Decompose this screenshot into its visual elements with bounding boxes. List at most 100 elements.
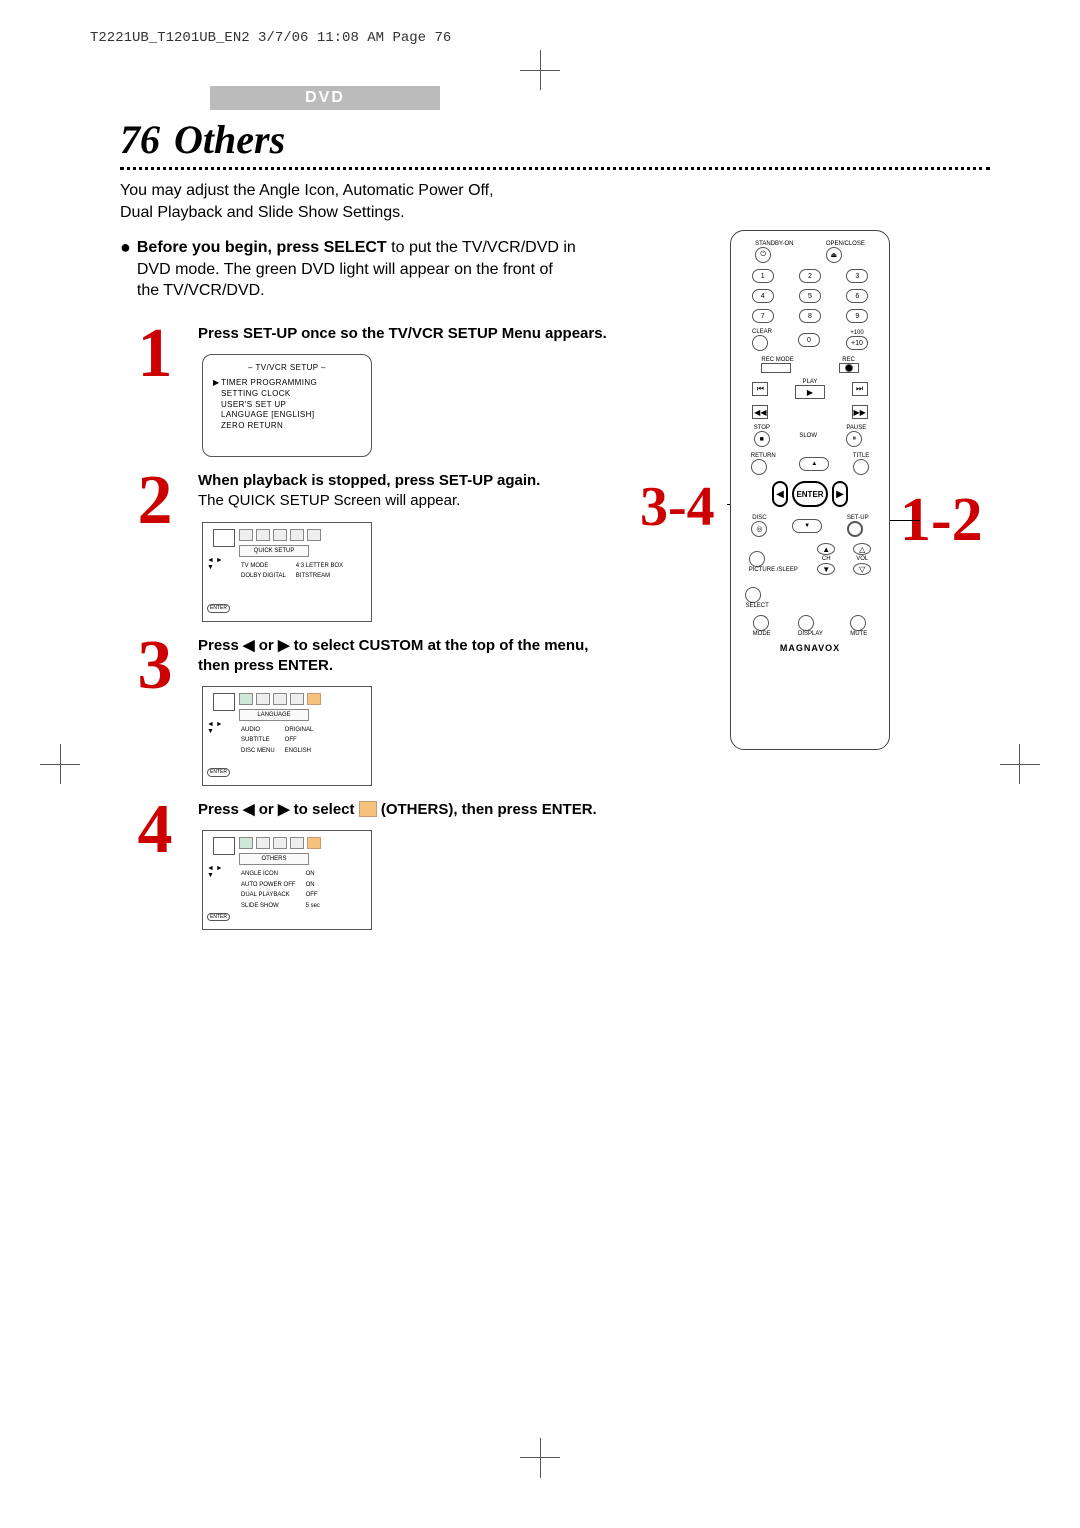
step-4-c: to select (289, 801, 358, 818)
select-button (745, 587, 761, 603)
remote-select-label: SELECT (745, 603, 768, 609)
step-4-b: or (255, 801, 278, 818)
remote-standby-label: STANDBY-ON (755, 241, 793, 247)
remote-disc-label: DISC (751, 515, 767, 521)
remote-title-label: TITLE (853, 453, 869, 459)
osd4-r3k: SLIDE SHOW (241, 902, 304, 910)
digit-4-button: 4 (752, 289, 774, 303)
enter-pill-icon: ENTER (207, 604, 230, 613)
osd4-r3v: 5 sec (306, 902, 328, 910)
digit-6-button: 6 (846, 289, 868, 303)
tab-icon (256, 837, 270, 849)
dotted-rule (120, 167, 990, 170)
remote-brand: MAGNAVOX (739, 643, 881, 653)
remote-control-diagram: STANDBY-ON ⏻ OPEN/CLOSE ⏏ 123 456 789 CL… (730, 230, 890, 750)
play-icon: ▶ (795, 385, 825, 399)
disc-button: ◎ (751, 521, 767, 537)
section-tag-dvd: DVD (210, 86, 440, 110)
up-arrow-icon: ▲ (799, 457, 829, 471)
osd1-item-2: USER'S SET UP (221, 400, 286, 409)
rewind-icon: ◀◀ (752, 405, 768, 419)
picture-sleep-button (749, 551, 765, 567)
remote-plus100-label: +100 (846, 330, 868, 336)
vol-up-icon: △ (853, 543, 871, 555)
tab-icon (290, 837, 304, 849)
osd1-item-0: TIMER PROGRAMMING (221, 378, 317, 387)
right-arrow-icon: ▶ (278, 801, 290, 818)
digit-9-button: 9 (846, 309, 868, 323)
osd2-tab: QUICK SETUP (239, 545, 309, 557)
mode-button (753, 615, 769, 631)
bullet-icon: ● (120, 237, 131, 302)
nav-arrows-icon: ◄ ►▼ (207, 721, 223, 735)
remote-clear-label: CLEAR (752, 329, 772, 335)
osd2-r1k: DOLBY DIGITAL (241, 572, 294, 580)
recmode-button (761, 363, 791, 373)
remote-display-label: DISPLAY (798, 631, 823, 637)
clear-button (752, 335, 768, 351)
remote-setup-label: SET-UP (847, 515, 869, 521)
remote-mode-label: MODE (753, 631, 771, 637)
remote-vol-label: VOL (856, 556, 868, 562)
osd3-tab: LANGUAGE (239, 709, 309, 721)
page-title-row: 76Others (120, 116, 990, 163)
step-1-bold: Press SET-UP once so the TV/VCR SETUP Me… (198, 325, 607, 342)
eject-icon: ⏏ (826, 247, 842, 263)
osd3-r0v: ORIGINAL (285, 726, 322, 734)
osd4-r0v: ON (306, 870, 328, 878)
enter-pill-icon: ENTER (207, 768, 230, 777)
remote-openclose-label: OPEN/CLOSE (826, 241, 865, 247)
left-arrow-icon: ◀ (243, 801, 255, 818)
osd-language: LANGUAGE ◄ ►▼ AUDIOORIGINAL SUBTITLEOFF … (202, 686, 372, 786)
remote-stop-label: STOP (754, 425, 770, 431)
record-icon (845, 364, 853, 372)
others-tab-icon (359, 801, 377, 817)
tv-icon (213, 529, 235, 547)
osd4-r0k: ANGLE ICON (241, 870, 304, 878)
power-icon: ⏻ (755, 247, 771, 263)
enter-pill-icon: ENTER (207, 913, 230, 922)
osd3-r1k: SUBTITLE (241, 736, 283, 744)
page-number: 76 (120, 117, 160, 162)
osd1-title: – TV/VCR SETUP – (213, 363, 361, 374)
return-button (751, 459, 767, 475)
plus10-button: +10 (846, 336, 868, 350)
tab-icon (273, 529, 287, 541)
step-3-a: Press (198, 637, 243, 654)
digit-2-button: 2 (799, 269, 821, 283)
callout-3-4: 3-4 (640, 475, 715, 539)
digit-3-button: 3 (846, 269, 868, 283)
skip-back-icon: ⏮ (752, 382, 768, 396)
osd4-r2v: OFF (306, 891, 328, 899)
osd-tvvcr-setup: – TV/VCR SETUP – ▶TIMER PROGRAMMING SETT… (202, 354, 372, 457)
step-3-number: 3 (120, 636, 190, 696)
step-4-d: (OTHERS), then press ENTER. (377, 801, 597, 818)
step-3-b: or (255, 637, 278, 654)
step-1-number: 1 (120, 324, 190, 384)
tab-icon (239, 693, 253, 705)
enter-button: ENTER (792, 481, 828, 507)
step-4-a: Press (198, 801, 243, 818)
remote-picture-sleep-label: PICTURE /SLEEP (749, 567, 798, 573)
digit-7-button: 7 (752, 309, 774, 323)
tab-icon (273, 837, 287, 849)
osd3-r2v: ENGLISH (285, 747, 322, 755)
bullet-strong: Before you begin, press SELECT (137, 239, 387, 256)
osd3-r1v: OFF (285, 736, 322, 744)
osd3-r2k: DISC MENU (241, 747, 283, 755)
digit-0-button: 0 (798, 333, 820, 347)
tv-icon (213, 693, 235, 711)
pause-icon: ⏸ (846, 431, 862, 447)
osd1-item-1: SETTING CLOCK (221, 389, 291, 398)
left-dir-button: ◀ (772, 481, 788, 507)
leader-line (890, 520, 920, 521)
digit-1-button: 1 (752, 269, 774, 283)
print-header: T2221UB_T1201UB_EN2 3/7/06 11:08 AM Page… (90, 30, 990, 46)
osd-quick-setup: QUICK SETUP ◄ ►▼ TV MODE4:3 LETTER BOX D… (202, 522, 372, 622)
osd4-r1v: ON (306, 881, 328, 889)
step-4-number: 4 (120, 800, 190, 860)
step-2-rest: The QUICK SETUP Screen will appear. (198, 491, 540, 511)
tv-icon (213, 837, 235, 855)
tab-icon (239, 529, 253, 541)
tab-icon (239, 837, 253, 849)
